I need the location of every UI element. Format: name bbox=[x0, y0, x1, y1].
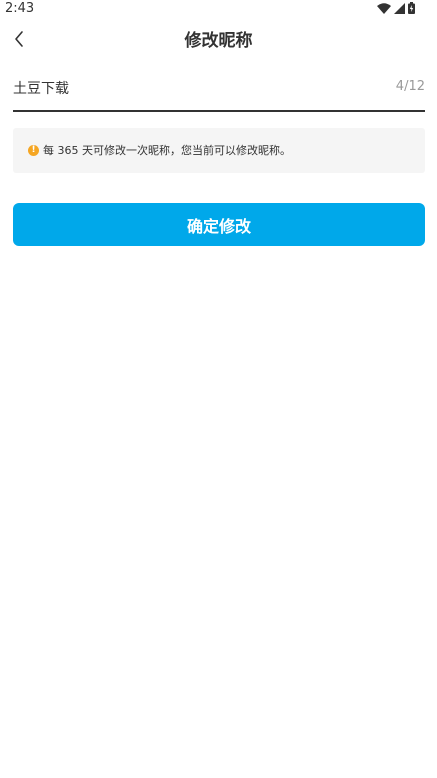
edit-nickname-screen: 2:43 修改昵称 土豆下载 4/12 ! 每 365 天可修改一次昵称，您当前… bbox=[0, 0, 437, 778]
cellular-signal-icon bbox=[394, 2, 405, 14]
char-counter: 4/12 bbox=[395, 79, 425, 94]
status-bar: 2:43 bbox=[0, 0, 437, 18]
nickname-input[interactable] bbox=[13, 76, 373, 100]
notice-text: 每 365 天可修改一次昵称，您当前可以修改昵称。 bbox=[43, 143, 291, 157]
page-title: 修改昵称 bbox=[184, 31, 253, 51]
notice-box: ! 每 365 天可修改一次昵称，您当前可以修改昵称。 bbox=[13, 128, 425, 173]
battery-charging-icon bbox=[408, 2, 415, 14]
wifi-icon bbox=[377, 2, 391, 14]
nickname-field: 4/12 bbox=[13, 72, 425, 112]
info-icon: ! bbox=[28, 145, 39, 156]
confirm-button[interactable]: 确定修改 bbox=[13, 203, 425, 246]
status-time: 2:43 bbox=[5, 1, 35, 16]
status-icons bbox=[377, 2, 415, 14]
app-header: 修改昵称 bbox=[0, 22, 437, 60]
